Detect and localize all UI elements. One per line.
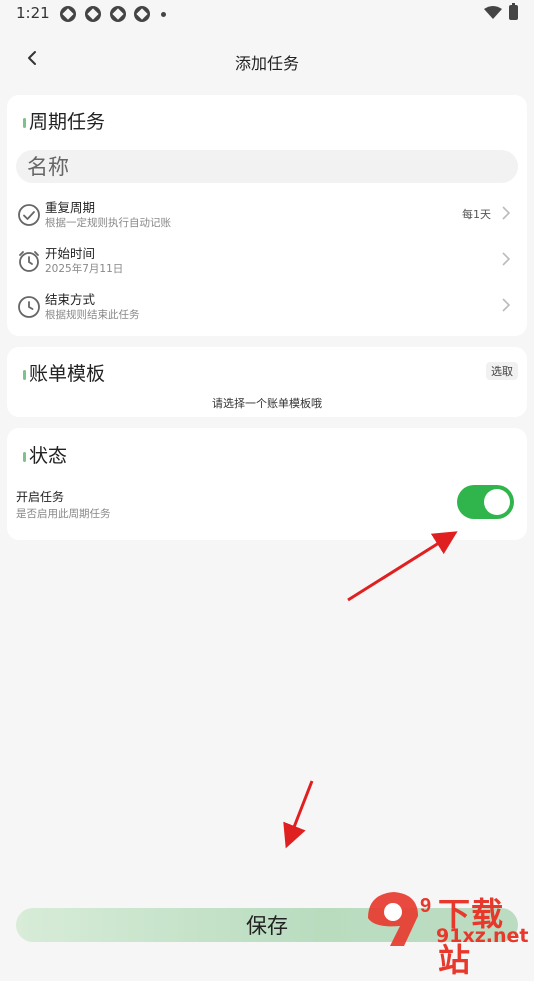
watermark-logo: 9 (368, 892, 431, 946)
annotation-arrow (347, 531, 458, 602)
watermark-logo-text: 9 (420, 895, 431, 917)
watermark-url: 91xz.net (436, 925, 529, 947)
save-button-label: 保存 (246, 914, 288, 938)
annotation-arrow (283, 780, 314, 849)
annotation-arrows (283, 531, 458, 849)
